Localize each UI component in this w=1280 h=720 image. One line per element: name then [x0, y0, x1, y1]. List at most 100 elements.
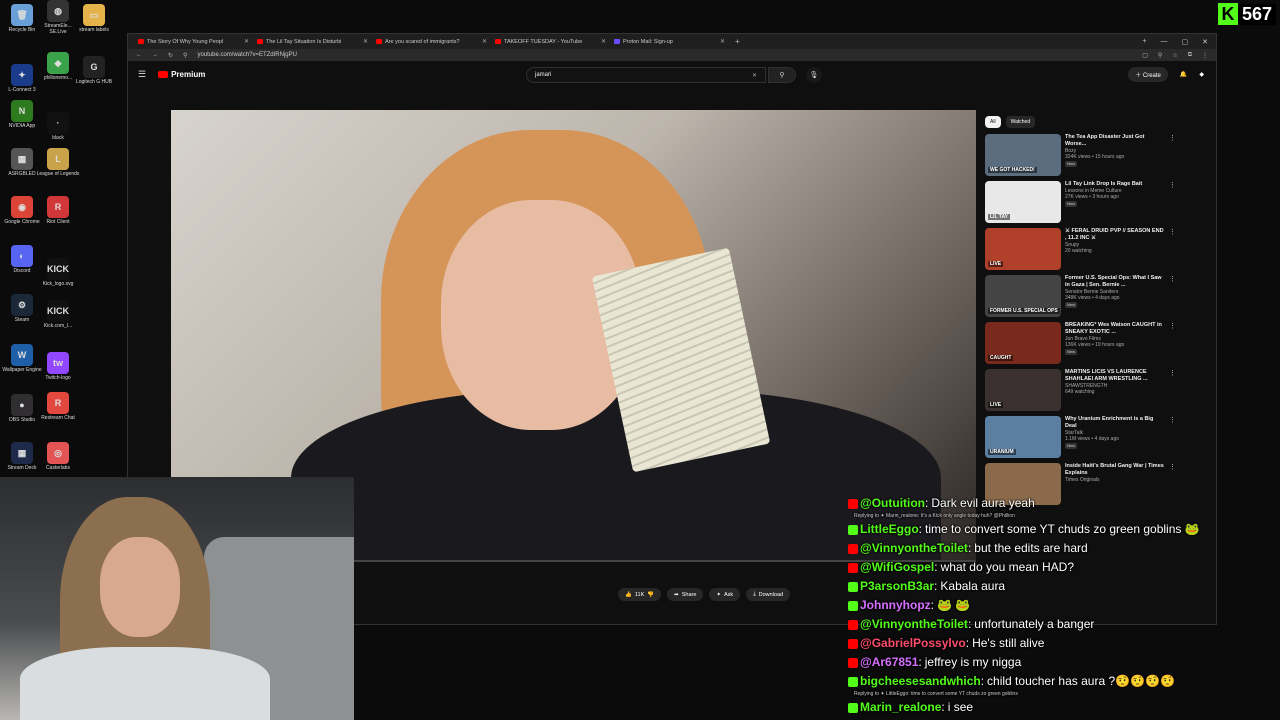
more-options-icon[interactable]: ⋮ [1169, 228, 1176, 275]
recommendation-item[interactable]: URANIUM Why Uranium Enrichment is a Big D… [985, 416, 1185, 463]
chat-username[interactable]: P3arsonB3ar [860, 577, 934, 596]
thumbs-down-icon[interactable]: 👎 [647, 592, 654, 598]
create-button[interactable]: ＋ Create [1128, 67, 1168, 82]
video-thumbnail[interactable]: FORMER U.S. SPECIAL OPS [985, 275, 1061, 317]
browser-tab[interactable]: Are you scared of immigrants? ✕ [372, 35, 491, 48]
avatar[interactable]: ◆ [1199, 71, 1204, 78]
desktop-icon[interactable]: ◎ Casterlabs [36, 442, 80, 471]
site-info-icon[interactable]: ⚲ [183, 52, 187, 59]
more-options-icon[interactable]: ⋮ [1169, 369, 1176, 416]
bookmark-star-icon[interactable]: ☆ [1172, 52, 1177, 59]
video-thumbnail[interactable]: CAUGHT [985, 322, 1061, 364]
desktop-icon[interactable]: ▭ stream labels [72, 4, 116, 33]
recommendation-item[interactable]: CAUGHT BREAKING* Wes Watson CAUGHT in SNE… [985, 322, 1185, 369]
video-thumbnail[interactable]: WE GOT HACKED! [985, 134, 1061, 176]
tab-favicon-icon [138, 39, 144, 44]
recommendation-title[interactable]: BREAKING* Wes Watson CAUGHT in SNEAKY EX… [1065, 322, 1165, 336]
desktop-icon[interactable]: L League of Legends [36, 148, 80, 177]
tab-close-icon[interactable]: ✕ [363, 38, 368, 45]
chat-username[interactable]: @Outuition [860, 494, 925, 513]
recommendation-item[interactable]: WE GOT HACKED! The Tea App Disaster Just … [985, 134, 1185, 181]
ask-button[interactable]: ✦ Ask [709, 588, 741, 601]
recommendation-item[interactable]: LIVE ⚔ FERAL DRUID PVP // SEASON END , 11… [985, 228, 1185, 275]
voice-search-icon[interactable]: 🎙 [806, 67, 822, 83]
desktop-icon[interactable]: R Restream Chat [36, 392, 80, 421]
more-options-icon[interactable]: ⋮ [1169, 181, 1176, 228]
youtube-logo[interactable]: Premium [158, 70, 205, 79]
video-thumbnail[interactable]: URANIUM [985, 416, 1061, 458]
video-thumbnail[interactable]: LIVE [985, 369, 1061, 411]
chat-username[interactable]: Marin_realone [860, 698, 941, 717]
recommendation-item[interactable]: FORMER U.S. SPECIAL OPS Former U.S. Speci… [985, 275, 1185, 322]
desktop-icon[interactable]: · black [36, 112, 80, 141]
more-options-icon[interactable]: ⋮ [1169, 322, 1176, 369]
more-options-icon[interactable]: ⋮ [1169, 416, 1176, 463]
chat-username[interactable]: @VinnyontheToilet [860, 539, 968, 558]
search-input[interactable]: jamari ✕ [526, 67, 766, 83]
recommendation-title[interactable]: The Tea App Disaster Just Got Worse... [1065, 134, 1165, 148]
filter-chip[interactable]: All [985, 116, 1001, 128]
video-thumbnail[interactable]: LIL TAY [985, 181, 1061, 223]
more-options-icon[interactable]: ⋮ [1169, 134, 1176, 181]
menu-dots-icon[interactable]: ⋮ [1202, 52, 1208, 59]
minimize-button[interactable]: — [1161, 38, 1168, 46]
browser-tab[interactable]: The Lil Tay Situation Is Disturbi ✕ [253, 35, 372, 48]
tab-close-icon[interactable]: ✕ [244, 38, 249, 45]
video-thumbnail[interactable]: LIVE [985, 228, 1061, 270]
back-icon[interactable]: ← [136, 52, 142, 58]
tab-close-icon[interactable]: ✕ [482, 38, 487, 45]
kick-platform-icon [848, 600, 858, 611]
recommendation-title[interactable]: Inside Haiti's Brutal Gang War | Times E… [1065, 463, 1165, 477]
reload-icon[interactable]: ↻ [168, 52, 173, 59]
hamburger-menu-icon[interactable]: ☰ [138, 69, 146, 80]
chat-username[interactable]: @VinnyontheToilet [860, 615, 968, 634]
extension-icon[interactable]: ▢ [1142, 52, 1148, 59]
tab-favicon-icon [376, 39, 382, 44]
recommendation-channel[interactable]: Times Originals [1065, 477, 1165, 483]
recommendations-sidebar: All Watched WE GOT HACKED! The Tea App Dis… [985, 116, 1185, 510]
tab-close-icon[interactable]: ✕ [720, 38, 725, 45]
recommendation-title[interactable]: ⚔ FERAL DRUID PVP // SEASON END , 11.2 I… [1065, 228, 1165, 242]
search-button[interactable]: ⚲ [768, 67, 796, 83]
filter-chip[interactable]: Watched [1005, 116, 1036, 128]
bell-icon[interactable]: 🔔 [1180, 71, 1187, 78]
chat-username[interactable]: Johnnyhopz [860, 596, 931, 615]
recommendation-title[interactable]: Former U.S. Special Ops: What I Saw in G… [1065, 275, 1165, 289]
extensions-icon[interactable]: ⧉ [1188, 52, 1192, 59]
filter-chips: All Watched [985, 116, 1185, 128]
desktop-icon-image: ● [11, 394, 33, 416]
recommendation-item[interactable]: LIL TAY Lil Tay Link Drop Is Rage Bait Les… [985, 181, 1185, 228]
chat-username[interactable]: bigcheesesandwhich [860, 672, 981, 691]
more-options-icon[interactable]: ⋮ [1169, 275, 1176, 322]
close-window-button[interactable]: ✕ [1202, 38, 1208, 46]
streamer-face [100, 537, 180, 637]
desktop-icon[interactable]: G Logitech G HUB [72, 56, 116, 85]
download-button[interactable]: ⤓ Download [746, 588, 791, 601]
plus-icon[interactable]: + [1142, 38, 1146, 46]
share-button[interactable]: ➦ Share [667, 588, 704, 601]
recommendation-item[interactable]: LIVE MARTINS LICIS VS LAURENCE SHAHLAEI A… [985, 369, 1185, 416]
recommendation-meta: 1.1M views • 4 days ago [1065, 436, 1119, 442]
chat-username[interactable]: LittleEggo [860, 520, 919, 539]
url-field[interactable]: youtube.com/watch?v=ETZdIRNjgPU [197, 52, 1132, 58]
zoom-icon[interactable]: ⚲ [1158, 52, 1162, 59]
tab-close-icon[interactable]: ✕ [601, 38, 606, 45]
chat-username[interactable]: @WifiGospel [860, 558, 934, 577]
chat-username[interactable]: @Ar67851 [860, 653, 918, 672]
like-button[interactable]: 👍 11K 👎 [618, 588, 662, 601]
desktop-icon[interactable]: tw Twitch-logo [36, 352, 80, 381]
browser-tab[interactable]: Proton Mail: Sign-up ✕ [610, 35, 729, 48]
clear-search-icon[interactable]: ✕ [752, 72, 757, 79]
recommendation-title[interactable]: Lil Tay Link Drop Is Rage Bait [1065, 181, 1165, 188]
recommendation-title[interactable]: MARTINS LICIS VS LAURENCE SHAHLAEI ARM W… [1065, 369, 1165, 383]
desktop-icon[interactable]: KICK Kick_logo.svg [36, 258, 80, 287]
forward-icon[interactable]: → [152, 52, 158, 58]
recommendation-title[interactable]: Why Uranium Enrichment is a Big Deal [1065, 416, 1165, 430]
chat-username[interactable]: @GabrielPossylvo [860, 634, 966, 653]
browser-tab[interactable]: The Story Of Why Young Peopl ✕ [134, 35, 253, 48]
desktop-icon[interactable]: KICK Kick.com_l... [36, 300, 80, 329]
browser-tab[interactable]: TAKEOFF TUESDAY - YouTube ✕ [491, 35, 610, 48]
maximize-button[interactable]: ▢ [1182, 38, 1189, 46]
new-tab-button[interactable]: + [735, 37, 740, 46]
desktop-icon[interactable]: R Riot Client [36, 196, 80, 225]
